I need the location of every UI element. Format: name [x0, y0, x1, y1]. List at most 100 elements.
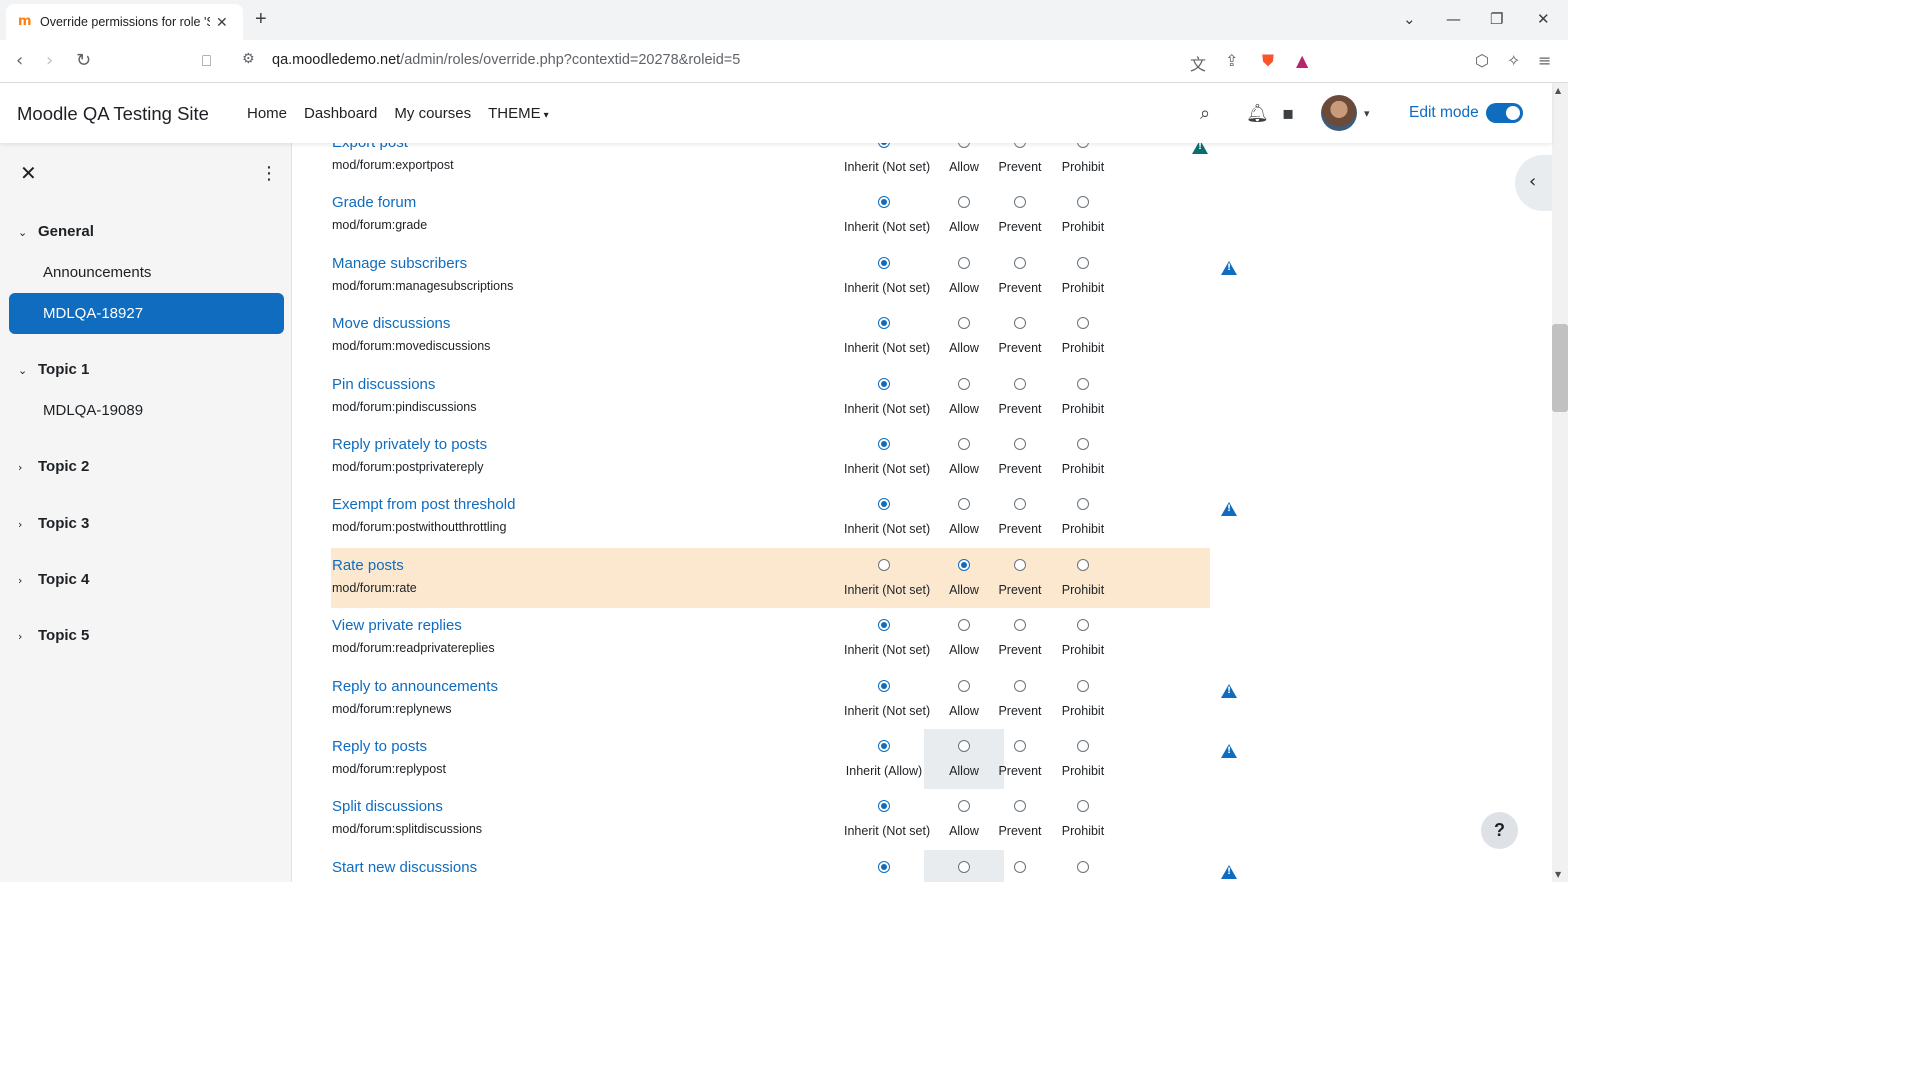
chevron-down-icon[interactable]: ⌄	[18, 226, 38, 239]
radio-inherit[interactable]	[878, 740, 890, 752]
section-topic-1[interactable]: ⌄ Topic 1	[18, 361, 89, 378]
scrollbar-thumb[interactable]	[1552, 324, 1568, 412]
radio-allow[interactable]	[958, 196, 970, 209]
radio-prohibit[interactable]	[1077, 800, 1089, 813]
permission-name-link[interactable]: Exempt from post threshold	[332, 496, 515, 513]
chevron-right-icon[interactable]: ›	[18, 518, 38, 531]
radio-prohibit[interactable]	[1077, 740, 1089, 752]
radio-inherit[interactable]	[878, 196, 890, 209]
search-icon[interactable]: ⌕	[1200, 103, 1210, 124]
user-avatar[interactable]	[1321, 95, 1357, 131]
radio-allow[interactable]	[958, 619, 970, 632]
url-field[interactable]: ⚙ qa.moodledemo.net/admin/roles/override…	[232, 46, 1332, 76]
option-inherit[interactable]: Inherit (Not set)	[844, 608, 930, 668]
help-button[interactable]: ?	[1481, 812, 1518, 849]
minimize-icon[interactable]: —	[1446, 10, 1461, 28]
permission-name-link[interactable]: Manage subscribers	[332, 255, 467, 272]
radio-allow[interactable]	[958, 143, 970, 148]
option-prohibit[interactable]: Prohibit	[1043, 789, 1123, 849]
option-inherit[interactable]: Inherit (Not set)	[844, 246, 930, 306]
radio-prohibit[interactable]	[1077, 619, 1089, 632]
radio-inherit[interactable]	[878, 498, 890, 511]
radio-prevent[interactable]	[1014, 558, 1026, 571]
option-prohibit[interactable]: Prohibit	[1043, 487, 1123, 547]
user-menu-chevron-icon[interactable]: ▾	[1364, 107, 1370, 120]
radio-prevent[interactable]	[1014, 143, 1026, 148]
radio-inherit[interactable]	[878, 317, 890, 330]
radio-prohibit[interactable]	[1077, 317, 1089, 330]
activity-mdlqa-19089[interactable]: MDLQA-19089	[43, 402, 143, 419]
radio-allow[interactable]	[958, 498, 970, 511]
option-inherit[interactable]: Inherit (Not set)	[844, 427, 930, 487]
translate-icon[interactable]: 文	[1190, 51, 1206, 75]
option-prohibit[interactable]: Prohibit	[1043, 548, 1123, 608]
browser-tab[interactable]: m Override permissions for role 'S ✕	[6, 4, 243, 40]
radio-inherit[interactable]	[878, 558, 890, 571]
notifications-icon[interactable]: 🔔︎	[1246, 103, 1269, 124]
radio-inherit[interactable]	[878, 377, 890, 390]
option-inherit[interactable]: Inherit (Not set)	[844, 367, 930, 427]
radio-allow[interactable]	[958, 377, 970, 390]
option-prohibit[interactable]: Prohibit	[1043, 143, 1123, 185]
permission-name-link[interactable]: Export post	[332, 143, 408, 151]
leo-ai-icon[interactable]: ✧	[1507, 51, 1520, 70]
permission-name-link[interactable]: Grade forum	[332, 194, 416, 211]
radio-prevent[interactable]	[1014, 800, 1026, 813]
browser-menu-icon[interactable]: ≡	[1538, 51, 1551, 70]
option-prohibit[interactable]: Prohibit	[1043, 608, 1123, 668]
radio-allow[interactable]	[958, 558, 970, 571]
option-prohibit[interactable]: Prohibit	[1043, 367, 1123, 427]
radio-inherit[interactable]	[878, 679, 890, 692]
option-prohibit[interactable]: Prohibit	[1043, 306, 1123, 366]
option-prohibit[interactable]: Prohibit	[1043, 427, 1123, 487]
option-inherit[interactable]: Inherit (Not set)	[844, 548, 930, 608]
radio-allow[interactable]	[958, 860, 970, 873]
radio-allow[interactable]	[958, 317, 970, 330]
option-inherit[interactable]: Inherit (Not set)	[844, 185, 930, 245]
radio-allow[interactable]	[958, 740, 970, 752]
option-inherit[interactable]: Inherit (Allow)	[844, 729, 924, 789]
radio-prevent[interactable]	[1014, 317, 1026, 330]
site-info-icon[interactable]: ⚙	[242, 51, 255, 67]
radio-prevent[interactable]	[1014, 438, 1026, 450]
chevron-right-icon[interactable]: ›	[18, 461, 38, 474]
brave-shield-icon[interactable]: ⛊	[1262, 51, 1274, 71]
share-icon[interactable]: ⇪	[1225, 51, 1238, 70]
nav-my-courses[interactable]: My courses	[394, 105, 471, 122]
permission-name-link[interactable]: Reply privately to posts	[332, 436, 487, 453]
close-drawer-icon[interactable]: ✕	[20, 161, 37, 185]
activity-mdlqa-18927[interactable]: MDLQA-18927	[9, 293, 284, 334]
radio-allow[interactable]	[958, 256, 970, 269]
radio-prevent[interactable]	[1014, 196, 1026, 209]
option-inherit[interactable]: Inherit (Not set)	[844, 487, 930, 547]
radio-inherit[interactable]	[878, 619, 890, 632]
option-prohibit[interactable]: Prohibit	[1043, 729, 1123, 789]
radio-prevent[interactable]	[1014, 498, 1026, 511]
brave-rewards-icon[interactable]: ▲	[1296, 51, 1308, 70]
maximize-icon[interactable]: ❐	[1490, 10, 1503, 28]
section-topic-3[interactable]: › Topic 3	[18, 515, 89, 532]
new-tab-icon[interactable]: +	[255, 8, 267, 31]
radio-prohibit[interactable]	[1077, 498, 1089, 511]
nav-home[interactable]: Home	[247, 105, 287, 122]
permission-name-link[interactable]: Split discussions	[332, 798, 443, 815]
messages-icon[interactable]: ▪	[1282, 103, 1294, 124]
permission-name-link[interactable]: Reply to posts	[332, 738, 427, 755]
option-inherit[interactable]: Inherit (Not set)	[844, 669, 930, 729]
radio-prevent[interactable]	[1014, 740, 1026, 752]
forward-icon[interactable]: ›	[46, 50, 53, 71]
close-window-icon[interactable]: ✕	[1537, 10, 1550, 28]
radio-inherit[interactable]	[878, 256, 890, 269]
radio-prohibit[interactable]	[1077, 143, 1089, 148]
risk-warning-icon[interactable]	[1221, 683, 1237, 698]
back-icon[interactable]: ‹	[16, 50, 23, 71]
permission-name-link[interactable]: Start new discussions	[332, 859, 477, 876]
option-prohibit[interactable]: Prohibit	[1043, 850, 1123, 882]
radio-inherit[interactable]	[878, 800, 890, 813]
risk-warning-icon[interactable]	[1221, 744, 1237, 758]
activity-announcements[interactable]: Announcements	[43, 264, 151, 281]
radio-allow[interactable]	[958, 800, 970, 813]
risk-warning-icon[interactable]	[1221, 502, 1237, 517]
page-scrollbar[interactable]	[1552, 83, 1568, 882]
permission-name-link[interactable]: View private replies	[332, 617, 462, 634]
